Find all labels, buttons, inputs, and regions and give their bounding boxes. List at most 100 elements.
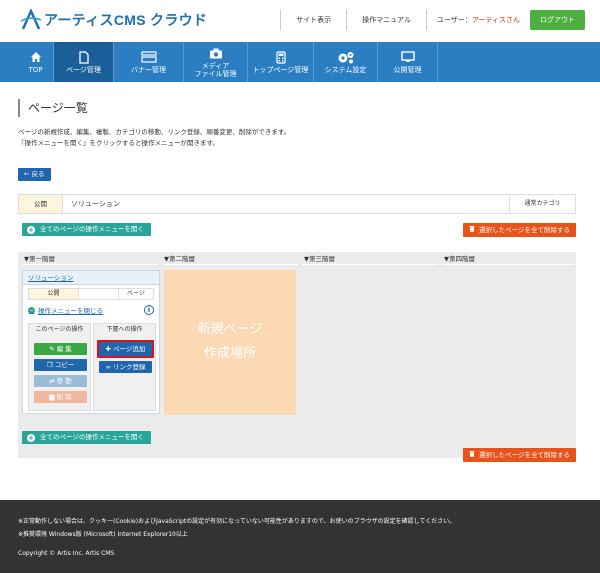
link-register-button[interactable]: ∞ リンク登録 <box>99 361 152 373</box>
status-badge: 公開 <box>19 195 63 213</box>
current-category-row: 公開 ソリューション 通常カテゴリ <box>18 194 576 214</box>
edit-label: 編 集 <box>56 345 72 353</box>
new-page-drop-area[interactable]: 新規ページ 作成場所 <box>164 270 296 415</box>
camera-icon <box>209 46 223 60</box>
footer-notice: ※正常動作しない場合は、クッキー(Cookie)およびJavaScriptの設定… <box>18 518 456 525</box>
nav-label-line2: ファイル管理 <box>194 70 237 78</box>
user-name: アーティスさん <box>471 16 520 24</box>
page-card-meta: 公開 ページ <box>28 288 154 300</box>
nav-item-page-management[interactable]: ページ管理 <box>54 42 114 82</box>
nav-label: システム設定 <box>324 66 367 74</box>
nav-label-line1: メディア <box>201 62 230 70</box>
copy-button[interactable]: ❐ コピー <box>34 359 87 371</box>
move-icon: ⇄ <box>49 377 57 385</box>
top-links: サイト表示 操作マニュアル ユーザー：アーティスさん ログアウト <box>280 10 600 30</box>
delete-selected-button-bottom[interactable]: 選択したページを全て削除する <box>463 448 576 462</box>
nav-label: ページ管理 <box>66 66 101 74</box>
trash-icon <box>469 448 475 462</box>
category-type: 通常カテゴリ <box>509 195 575 213</box>
page-type: ページ <box>127 290 145 297</box>
user-info: ユーザー：アーティスさん <box>425 10 530 30</box>
close-menu-link[interactable]: − 操作メニューを閉じる <box>28 305 103 315</box>
tier-3-heading: ▼第三階層 <box>304 255 335 263</box>
nav-item-top-page-management[interactable]: トップページ管理 <box>248 42 314 82</box>
footer-copyright: Copyright © Artis Inc. Artis CMS <box>18 550 115 557</box>
open-all-menu-label: 全てのページの操作メニューを開く <box>40 225 144 233</box>
home-icon <box>30 50 42 64</box>
description-line-2: 『操作メニューを開く』をクリックすると操作メニューが開きます。 <box>18 139 219 147</box>
delete-selected-label: 選択したページを全て削除する <box>479 451 570 459</box>
open-all-menu-button-bottom[interactable]: + 全てのページの操作メニューを開く <box>22 431 151 444</box>
copy-label: コピー <box>54 361 75 369</box>
page-card: ソリューション 公開 ページ − 操作メニューを閉じる i このページの操作 ✎… <box>22 270 160 414</box>
copy-icon: ❐ <box>46 361 55 369</box>
child-ops-heading: 下層への操作 <box>106 326 143 333</box>
tier-divider <box>22 264 158 265</box>
close-menu-row: − 操作メニューを閉じる i <box>28 305 154 315</box>
open-all-menu-button-top[interactable]: + 全てのページの操作メニューを開く <box>22 223 151 236</box>
monitor-icon <box>400 50 415 64</box>
category-name: ソリューション <box>71 200 120 208</box>
nav-item-publish-management[interactable]: 公開管理 <box>378 42 438 82</box>
trash-icon <box>469 223 475 237</box>
nav-item-banner-management[interactable]: バナー管理 <box>114 42 184 82</box>
trash-icon: ▆ <box>49 393 57 401</box>
nav-label: 公開管理 <box>393 66 422 74</box>
tier-divider <box>302 264 438 265</box>
page-description: ページの新規作成、編集、複製、カテゴリの移動、リンク登録、順番変更、削除ができま… <box>18 127 290 149</box>
this-page-ops-heading: このページの操作 <box>35 326 84 333</box>
move-button[interactable]: ⇄ 移 動 <box>34 375 87 387</box>
page-meta-spacer <box>79 289 119 299</box>
site-view-link[interactable]: サイト表示 <box>280 10 346 30</box>
page-title: ページ一覧 <box>18 99 88 117</box>
child-operations: 下層への操作 ✚ ページ追加 ∞ リンク登録 <box>93 323 156 411</box>
minus-circle-icon: − <box>28 306 35 314</box>
user-label: ユーザー： <box>436 16 472 24</box>
nav-label: バナー管理 <box>131 66 166 74</box>
nav-label: トップページ管理 <box>252 66 309 74</box>
plus-circle-icon: + <box>27 225 35 234</box>
delete-selected-label: 選択したページを全て削除する <box>479 226 570 234</box>
page-status-badge: 公開 <box>29 289 79 299</box>
delete-selected-button-top[interactable]: 選択したページを全て削除する <box>463 223 576 237</box>
tier-1-heading: ▼第一階層 <box>24 255 55 263</box>
banner-icon <box>140 50 157 64</box>
gears-icon <box>337 50 355 64</box>
calculator-icon <box>275 50 286 64</box>
logo-mark-icon <box>20 8 42 31</box>
document-icon <box>78 50 89 64</box>
logo-text: アーティスCMS クラウド <box>44 12 208 28</box>
back-button[interactable]: ← 戻る <box>18 168 51 181</box>
delete-button[interactable]: ▆ 削 除 <box>34 391 87 403</box>
tier-divider <box>442 264 574 265</box>
delete-label: 削 除 <box>56 393 72 401</box>
new-page-line-1: 新規ページ <box>197 322 263 337</box>
link-register-label: リンク登録 <box>112 363 146 371</box>
tier-2-heading: ▼第二階層 <box>164 255 195 263</box>
nav-label: TOP <box>28 66 43 74</box>
close-menu-label: 操作メニューを閉じる <box>38 307 103 315</box>
logout-button[interactable]: ログアウト <box>530 10 585 30</box>
footer-environment: ※推奨環境 Windows版 (Microsoft) Internet Expl… <box>18 531 188 538</box>
footer: ※正常動作しない場合は、クッキー(Cookie)およびJavaScriptの設定… <box>0 500 600 573</box>
page-card-title[interactable]: ソリューション <box>23 271 159 285</box>
manual-link[interactable]: 操作マニュアル <box>346 10 426 30</box>
logo[interactable]: アーティスCMS クラウド <box>20 8 208 31</box>
pencil-icon: ✎ <box>49 345 57 353</box>
add-page-icon: ✚ <box>105 345 114 353</box>
new-page-line-2: 作成場所 <box>203 346 256 361</box>
info-icon[interactable]: i <box>144 305 154 315</box>
add-page-button[interactable]: ✚ ページ追加 <box>97 340 154 358</box>
page-tree: ▼第一階層 ▼第二階層 ▼第三階層 ▼第四階層 ソリューション 公開 ページ −… <box>18 252 576 458</box>
top-header: アーティスCMS クラウド サイト表示 操作マニュアル ユーザー：アーティスさん… <box>0 0 600 42</box>
nav-item-top[interactable]: TOP <box>18 42 54 82</box>
this-page-operations: このページの操作 ✎ 編 集 ❐ コピー ⇄ 移 動 ▆ 削 除 <box>28 323 91 411</box>
nav-item-media-management[interactable]: メディア ファイル管理 <box>184 42 248 82</box>
description-line-1: ページの新規作成、編集、複製、カテゴリの移動、リンク登録、順番変更、削除ができま… <box>18 128 291 136</box>
nav-item-system-settings[interactable]: システム設定 <box>314 42 378 82</box>
tier-divider <box>162 264 298 265</box>
link-icon: ∞ <box>105 363 113 371</box>
open-all-menu-label: 全てのページの操作メニューを開く <box>40 433 144 441</box>
edit-button[interactable]: ✎ 編 集 <box>34 343 87 355</box>
tier-4-heading: ▼第四階層 <box>444 255 475 263</box>
